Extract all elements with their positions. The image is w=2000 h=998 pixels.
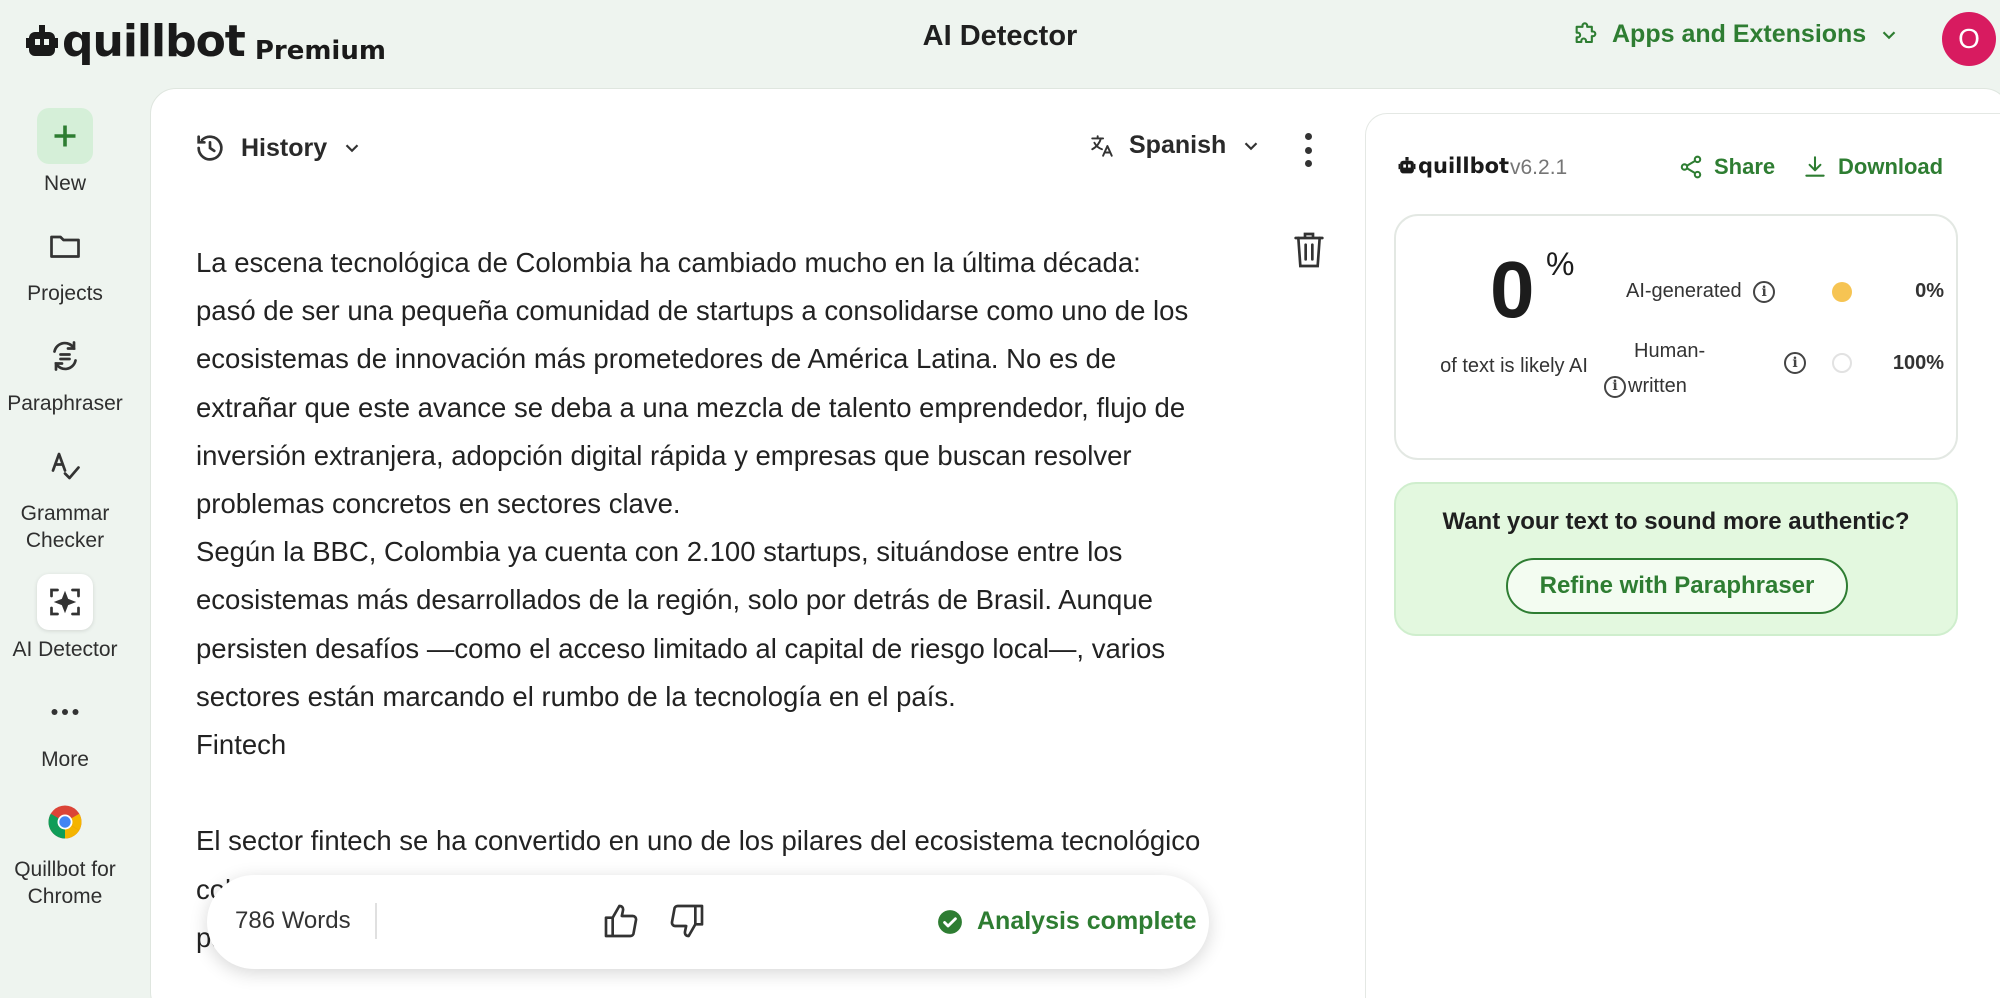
- language-label: Spanish: [1129, 131, 1227, 159]
- chevron-down-icon: [1882, 30, 1896, 39]
- apps-extensions-button[interactable]: Apps and Extensions: [1572, 20, 1900, 49]
- human-written-dot: [1832, 353, 1852, 373]
- share-button[interactable]: Share: [1678, 154, 1775, 180]
- results-logo-text: quillbot: [1418, 154, 1510, 178]
- sidebar-item-label: AI Detector: [12, 638, 118, 661]
- thumbs-down-icon[interactable]: [667, 901, 707, 941]
- plan-badge: Premium: [254, 35, 386, 66]
- chevron-down-icon: [345, 144, 359, 153]
- editor-panel: History Spanish La escena tecnológica de…: [151, 89, 1365, 998]
- thumbs-up-icon[interactable]: [601, 901, 641, 941]
- ai-detector-icon: [50, 588, 80, 616]
- ai-generated-dot: [1832, 282, 1852, 302]
- score-card: 0 % of text is likely AI AI-generated i …: [1394, 214, 1958, 460]
- history-icon: [197, 135, 223, 161]
- word-count: 786 Words: [235, 907, 351, 934]
- status-bar: 786 Words Analysis complete: [207, 875, 1209, 969]
- results-logo: quillbot: [1398, 154, 1509, 178]
- sidebar-item-label: Quillbot for Chrome: [14, 858, 116, 908]
- more-options-icon[interactable]: [1293, 133, 1323, 167]
- puzzle-icon: [1575, 21, 1597, 43]
- share-icon: [1680, 155, 1702, 179]
- sidebar-item-paraphraser[interactable]: Paraphraser: [0, 328, 130, 417]
- sidebar-item-grammar-checker[interactable]: Grammar Checker: [0, 438, 130, 554]
- translate-icon: [1091, 134, 1113, 157]
- human-written-value: 100%: [1892, 352, 1944, 374]
- plus-icon: [54, 125, 76, 147]
- results-panel: quillbot v6.2.1 Share Download 0 % of te…: [1365, 113, 2000, 998]
- trash-icon[interactable]: [1293, 231, 1325, 269]
- info-icon[interactable]: i: [1604, 375, 1626, 398]
- sidebar-item-label: More: [41, 748, 89, 771]
- input-text-area[interactable]: La escena tecnológica de Colombia ha cam…: [196, 239, 1206, 962]
- share-label: Share: [1714, 154, 1776, 179]
- chrome-icon: [48, 805, 82, 839]
- sidebar-item-label: Grammar Checker: [20, 502, 110, 552]
- history-dropdown[interactable]: History: [193, 131, 363, 165]
- folder-icon: [50, 235, 80, 258]
- top-header: quillbot Premium AI Detector Apps and Ex…: [0, 0, 2000, 82]
- download-label: Download: [1838, 154, 1944, 179]
- apps-extensions-label: Apps and Extensions: [1612, 20, 1867, 48]
- sidebar-item-label: New: [43, 172, 86, 195]
- sidebar-item-label: Projects: [27, 282, 103, 305]
- logo-text: quillbot: [62, 16, 246, 67]
- quillbot-bot-icon: [26, 24, 58, 56]
- human-written-label: Human- i written: [1604, 334, 1705, 404]
- language-dropdown[interactable]: Spanish: [1089, 131, 1262, 160]
- sidebar-item-label: Paraphraser: [7, 392, 123, 415]
- sidebar-item-chrome[interactable]: Quillbot for Chrome: [0, 794, 130, 910]
- download-button[interactable]: Download: [1802, 154, 1943, 180]
- grammar-icon: [51, 452, 80, 480]
- quillbot-logo[interactable]: quillbot Premium: [26, 16, 386, 67]
- score-caption: of text is likely AI: [1440, 355, 1588, 377]
- text-paragraph: La escena tecnológica de Colombia ha cam…: [196, 247, 1189, 520]
- history-label: History: [241, 133, 328, 162]
- ai-score-unit: %: [1546, 246, 1575, 282]
- refine-with-paraphraser-button[interactable]: Refine with Paraphraser: [1506, 558, 1848, 614]
- paraphraser-icon: [53, 341, 77, 371]
- info-icon[interactable]: i: [1753, 280, 1776, 303]
- analysis-status-label: Analysis complete: [977, 907, 1197, 935]
- refine-card: Want your text to sound more authentic? …: [1394, 482, 1958, 636]
- chevron-down-icon: [1244, 141, 1258, 150]
- sidebar-item-new[interactable]: New: [0, 108, 130, 197]
- avatar[interactable]: O: [1942, 12, 1996, 66]
- download-icon: [1805, 156, 1825, 177]
- divider: [375, 903, 377, 939]
- analysis-status: Analysis complete: [937, 907, 1197, 936]
- ai-generated-value: 0%: [1915, 280, 1944, 302]
- more-dots-icon: [51, 709, 79, 715]
- sidebar-item-ai-detector[interactable]: AI Detector: [0, 574, 130, 663]
- ai-generated-label: AI-generated i: [1626, 280, 1776, 303]
- version-label: v6.2.1: [1510, 156, 1568, 179]
- refine-question: Want your text to sound more authentic?: [1442, 508, 1910, 535]
- quillbot-bot-icon: [1398, 157, 1416, 174]
- check-circle-icon: [938, 909, 962, 934]
- info-icon[interactable]: i: [1784, 352, 1806, 374]
- text-heading: Fintech: [196, 729, 287, 761]
- text-paragraph: Según la BBC, Colombia ya cuenta con 2.1…: [196, 536, 1166, 712]
- sidebar-item-projects[interactable]: Projects: [0, 218, 130, 307]
- sidebar-item-more[interactable]: More: [0, 684, 130, 773]
- ai-score-value: 0: [1490, 245, 1535, 334]
- main-card: History Spanish La escena tecnológica de…: [150, 88, 2000, 998]
